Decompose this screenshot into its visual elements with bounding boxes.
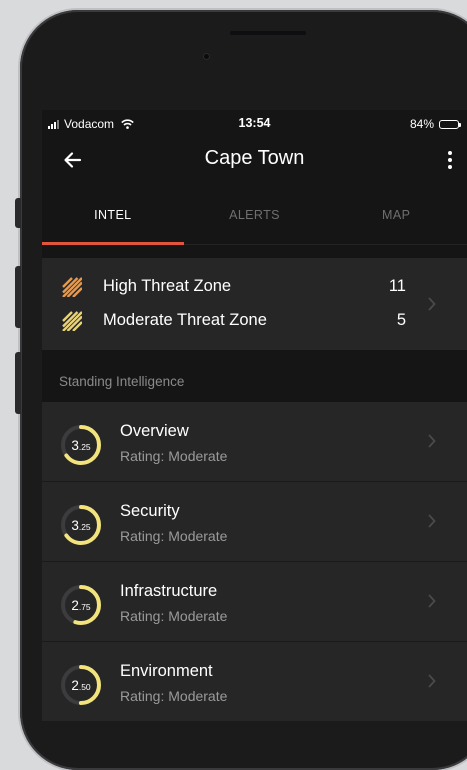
rating-value: 2.75 xyxy=(59,583,103,627)
intel-item-rating: Rating: Moderate xyxy=(120,688,228,704)
intel-item-title: Infrastructure xyxy=(120,582,218,600)
active-tab-indicator xyxy=(42,242,184,245)
intel-item-security[interactable]: 3.25 Security Rating: Moderate xyxy=(42,482,467,562)
carrier-name: Vodacom xyxy=(64,117,115,131)
threat-row-moderate: Moderate Threat Zone 5 xyxy=(42,308,432,334)
status-bar: Vodacom 13:54 84% xyxy=(42,110,467,138)
tab-alerts-label: ALERTS xyxy=(229,208,280,222)
chevron-right-icon xyxy=(428,297,436,311)
threat-label-moderate: Moderate Threat Zone xyxy=(103,311,267,329)
rating-fraction: .25 xyxy=(78,441,91,452)
rating-whole: 3 xyxy=(71,437,79,453)
app-screen: Vodacom 13:54 84% Cape Town INTEL ALERTS xyxy=(42,110,467,721)
intel-item-title: Overview xyxy=(120,422,189,440)
threat-label-high: High Threat Zone xyxy=(103,277,232,295)
side-button-volume-up xyxy=(15,266,21,328)
side-button-volume-down xyxy=(15,352,21,414)
status-left: Vodacom xyxy=(48,117,134,131)
tab-map[interactable]: MAP xyxy=(325,194,467,244)
battery-icon xyxy=(439,119,461,129)
section-header: Standing Intelligence xyxy=(59,374,185,389)
wifi-icon xyxy=(121,119,134,129)
tab-bar: INTEL ALERTS MAP xyxy=(42,194,467,245)
page-title: Cape Town xyxy=(204,147,305,169)
intel-item-infrastructure[interactable]: 2.75 Infrastructure Rating: Moderate xyxy=(42,562,467,642)
intel-item-rating: Rating: Moderate xyxy=(120,448,228,464)
rating-fraction: .75 xyxy=(78,601,91,612)
status-right: 84% xyxy=(409,117,461,131)
intel-item-rating: Rating: Moderate xyxy=(120,608,228,624)
chevron-right-icon xyxy=(428,674,436,688)
signal-bars-icon xyxy=(48,119,59,129)
rating-whole: 3 xyxy=(71,517,79,533)
threat-count-high: 11 xyxy=(388,277,406,295)
rating-whole: 2 xyxy=(71,677,79,693)
earpiece-speaker xyxy=(230,31,306,35)
rating-value: 2.50 xyxy=(59,663,103,707)
hatch-moderate-threat-icon xyxy=(62,311,82,331)
side-button-silent xyxy=(15,198,21,228)
tab-intel-label: INTEL xyxy=(94,208,132,222)
rating-whole: 2 xyxy=(71,597,79,613)
rating-fraction: .25 xyxy=(78,521,91,532)
intel-item-title: Security xyxy=(120,502,180,520)
intel-item-overview[interactable]: 3.25 Overview Rating: Moderate xyxy=(42,402,467,482)
front-camera xyxy=(203,53,210,60)
rating-value: 3.25 xyxy=(59,503,103,547)
vertical-ellipsis-icon[interactable] xyxy=(443,148,457,172)
intel-item-environment[interactable]: 2.50 Environment Rating: Moderate xyxy=(42,642,467,721)
rating-value: 3.25 xyxy=(59,423,103,467)
arrow-left-icon[interactable] xyxy=(62,149,84,171)
threat-count-moderate: 5 xyxy=(396,311,406,329)
tab-alerts[interactable]: ALERTS xyxy=(184,194,326,244)
nav-bar: Cape Town xyxy=(42,138,467,184)
chevron-right-icon xyxy=(428,594,436,608)
intel-item-title: Environment xyxy=(120,662,213,680)
tab-intel[interactable]: INTEL xyxy=(42,194,184,245)
threat-zones-card[interactable]: High Threat Zone 11 Moderate Threat Zone… xyxy=(42,258,467,350)
intel-item-rating: Rating: Moderate xyxy=(120,528,228,544)
chevron-right-icon xyxy=(428,514,436,528)
chevron-right-icon xyxy=(428,434,436,448)
battery-percent: 84% xyxy=(409,117,434,131)
tab-map-label: MAP xyxy=(382,208,411,222)
threat-row-high: High Threat Zone 11 xyxy=(42,274,432,300)
rating-fraction: .50 xyxy=(78,681,91,692)
hatch-high-threat-icon xyxy=(62,277,82,297)
